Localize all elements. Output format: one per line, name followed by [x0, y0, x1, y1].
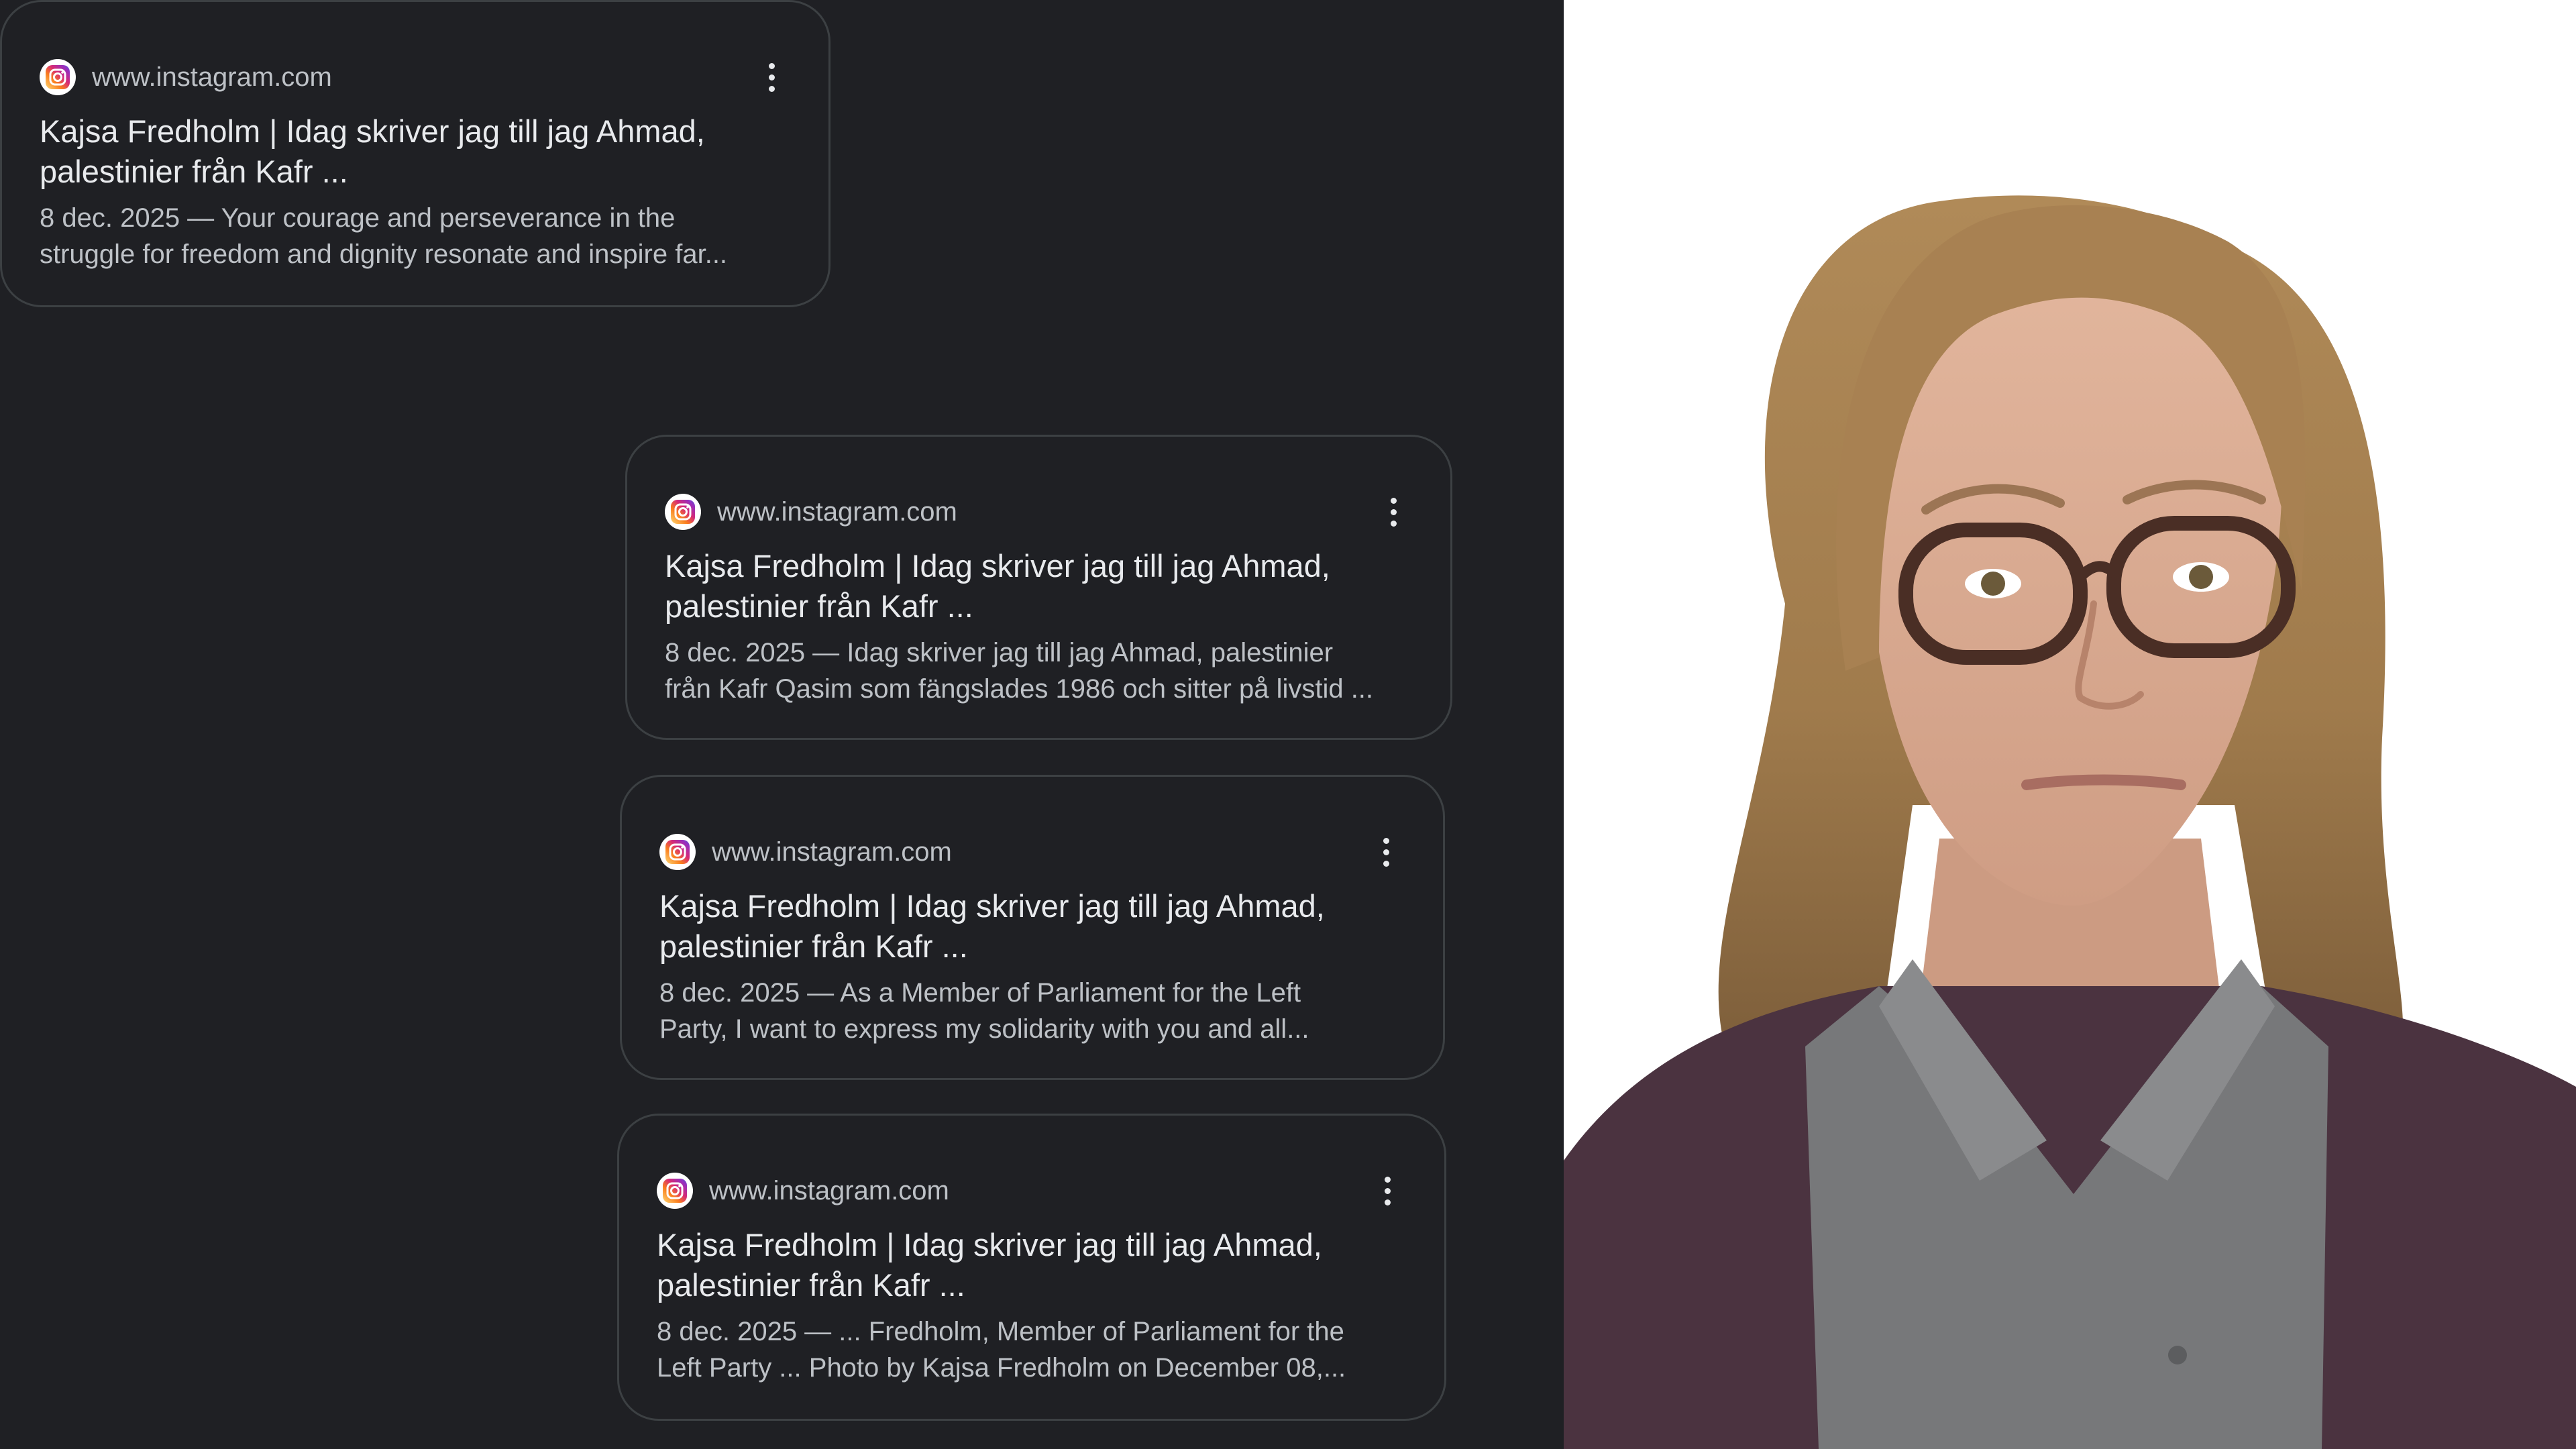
result-title-line: palestinier från Kafr ...: [40, 154, 348, 189]
snippet-line: struggle for freedom and dignity resonat…: [40, 239, 728, 269]
snippet-line: 8 dec. 2025 — ... Fredholm, Member of Pa…: [657, 1317, 1344, 1346]
search-result-card[interactable]: www.instagram.com Kajsa Fredholm | Idag …: [625, 435, 1452, 740]
snippet-line: från Kafr Qasim som fängslades 1986 och …: [665, 674, 1374, 704]
search-result-card[interactable]: www.instagram.com Kajsa Fredholm | Idag …: [617, 1114, 1446, 1421]
result-title-line: Kajsa Fredholm | Idag skriver jag till j…: [40, 113, 705, 149]
result-title-line: palestinier från Kafr ...: [665, 588, 973, 624]
result-url: www.instagram.com: [92, 62, 332, 92]
snippet-line: Left Party ... Photo by Kajsa Fredholm o…: [657, 1353, 1346, 1383]
snippet-line: Party, I want to express my solidarity w…: [659, 1014, 1309, 1044]
more-options-icon[interactable]: [755, 56, 788, 99]
search-results-panel: www.instagram.com Kajsa Fredholm | Idag …: [0, 0, 1564, 1449]
more-options-icon[interactable]: [1377, 490, 1410, 533]
result-title-line: palestinier från Kafr ...: [657, 1267, 965, 1303]
result-snippet: 8 dec. 2025 — As a Member of Parliament …: [659, 975, 1404, 1047]
snippet-line: 8 dec. 2025 — As a Member of Parliament …: [659, 978, 1301, 1008]
more-options-icon[interactable]: [1369, 830, 1403, 873]
result-url: www.instagram.com: [717, 497, 957, 527]
result-title-line: Kajsa Fredholm | Idag skriver jag till j…: [657, 1227, 1322, 1263]
search-result-card[interactable]: www.instagram.com Kajsa Fredholm | Idag …: [0, 0, 830, 307]
search-result-card[interactable]: www.instagram.com Kajsa Fredholm | Idag …: [620, 775, 1445, 1080]
instagram-icon: [40, 59, 76, 95]
snippet-line: 8 dec. 2025 — Idag skriver jag till jag …: [665, 638, 1334, 667]
instagram-icon: [665, 494, 701, 530]
result-title-line: Kajsa Fredholm | Idag skriver jag till j…: [665, 548, 1330, 584]
result-snippet: 8 dec. 2025 — ... Fredholm, Member of Pa…: [657, 1313, 1401, 1386]
result-url: www.instagram.com: [712, 837, 952, 867]
instagram-icon: [659, 834, 696, 870]
more-options-icon[interactable]: [1371, 1169, 1404, 1212]
result-title-link[interactable]: Kajsa Fredholm | Idag skriver jag till j…: [665, 546, 1389, 627]
result-title-line: palestinier från Kafr ...: [659, 928, 968, 964]
portrait-photo: [1564, 0, 2576, 1449]
result-title-link[interactable]: Kajsa Fredholm | Idag skriver jag till j…: [657, 1225, 1381, 1305]
result-source[interactable]: www.instagram.com: [657, 1171, 949, 1211]
result-source[interactable]: www.instagram.com: [659, 832, 952, 872]
result-title-line: Kajsa Fredholm | Idag skriver jag till j…: [659, 888, 1325, 924]
result-url: www.instagram.com: [709, 1176, 949, 1205]
result-title-link[interactable]: Kajsa Fredholm | Idag skriver jag till j…: [40, 111, 764, 192]
result-source[interactable]: www.instagram.com: [665, 492, 957, 532]
result-snippet: 8 dec. 2025 — Your courage and persevera…: [40, 200, 784, 272]
result-title-link[interactable]: Kajsa Fredholm | Idag skriver jag till j…: [659, 886, 1384, 967]
instagram-icon: [657, 1173, 693, 1209]
result-snippet: 8 dec. 2025 — Idag skriver jag till jag …: [665, 635, 1409, 707]
snippet-line: 8 dec. 2025 — Your courage and persevera…: [40, 203, 676, 233]
result-source[interactable]: www.instagram.com: [40, 57, 332, 97]
